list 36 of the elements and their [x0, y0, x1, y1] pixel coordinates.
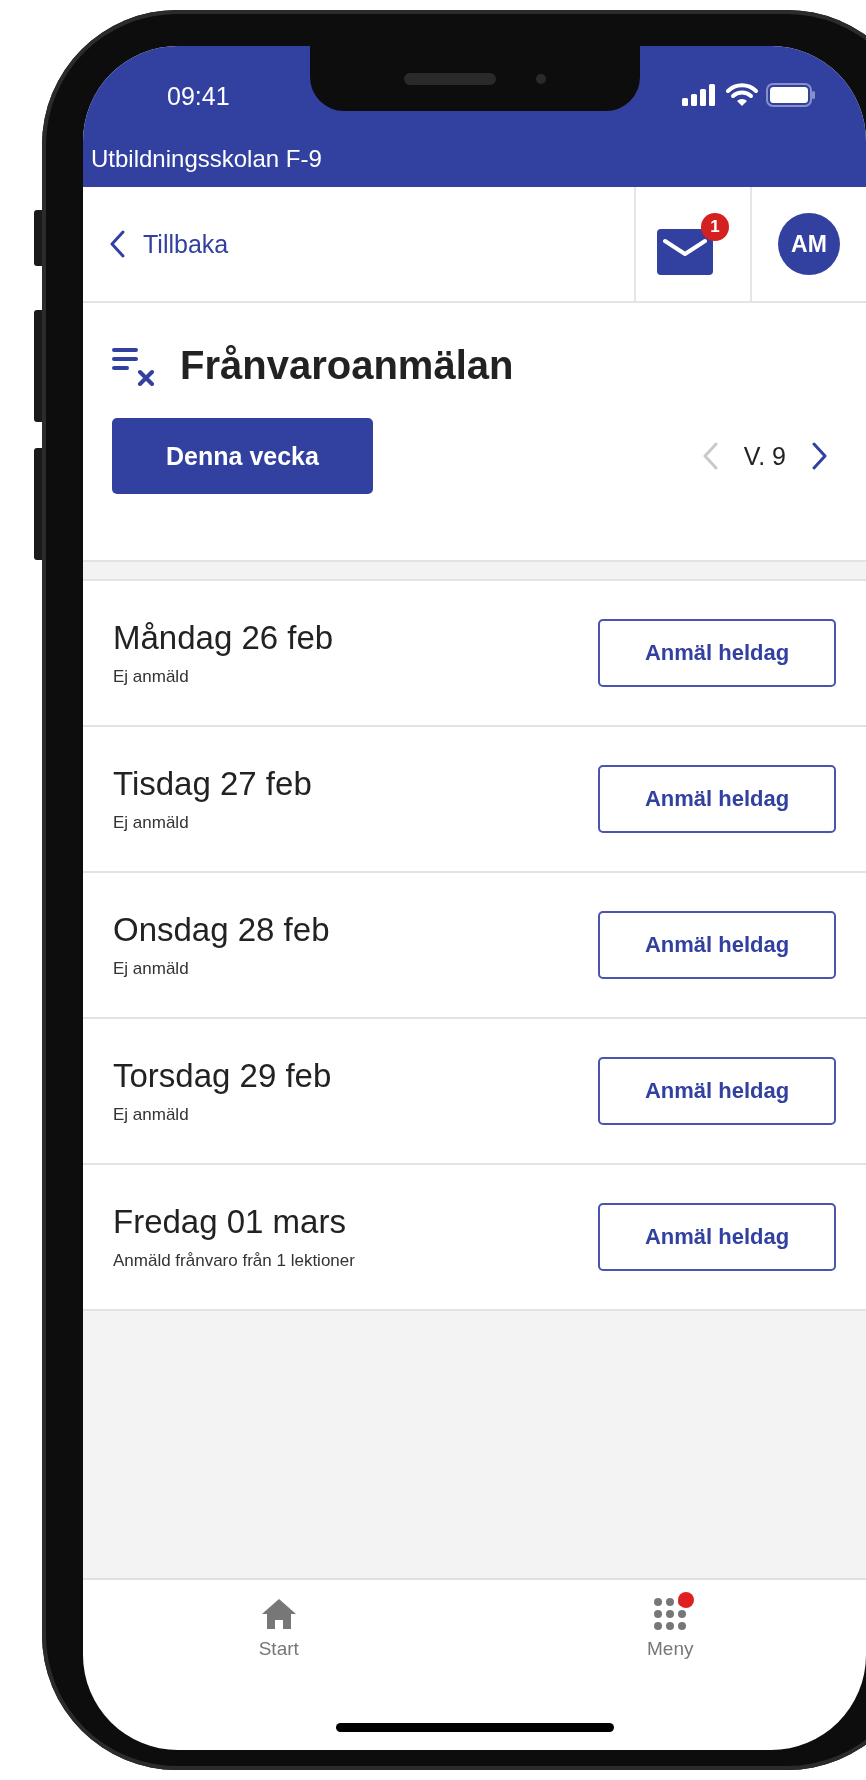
- wifi-icon: [726, 83, 758, 107]
- notification-badge: 1: [701, 213, 729, 241]
- day-date: Fredag 01 mars: [113, 1203, 347, 1241]
- report-full-day-button[interactable]: Anmäl heldag: [598, 911, 836, 979]
- report-full-day-button[interactable]: Anmäl heldag: [598, 619, 836, 687]
- report-full-day-button[interactable]: Anmäl heldag: [598, 1057, 836, 1125]
- camera-dot: [535, 73, 546, 84]
- school-name: Utbildningsskolan F-9: [90, 143, 323, 174]
- chevron-right-icon: [812, 442, 828, 470]
- absence-status: Anmäld frånvaro från 1 lektioner: [113, 1251, 355, 1271]
- day-date: Måndag 26 feb: [113, 619, 334, 657]
- day-date: Onsdag 28 feb: [113, 911, 330, 949]
- absence-status: Ej anmäld: [113, 813, 190, 833]
- back-link[interactable]: Tillbaka: [83, 187, 634, 301]
- avatar-button[interactable]: AM: [778, 213, 840, 275]
- day-date: Torsdag 29 feb: [113, 1057, 332, 1095]
- week-label: V. 9: [743, 441, 786, 471]
- signal-icon: [682, 84, 718, 106]
- home-icon: [260, 1598, 297, 1630]
- chevron-left-icon: [701, 442, 718, 470]
- day-date: Tisdag 27 feb: [113, 765, 312, 803]
- absence-status: Ej anmäld: [113, 1105, 190, 1125]
- nav-tab[interactable]: Start: [83, 1580, 475, 1680]
- this-week-button[interactable]: Denna vecka: [112, 418, 373, 494]
- nav-tab[interactable]: Meny: [474, 1580, 866, 1680]
- page-title: Frånvaroanmälan: [180, 343, 514, 388]
- envelope-icon: [657, 229, 713, 275]
- chevron-left-icon: [109, 230, 125, 258]
- battery-icon: [766, 83, 816, 107]
- status-time: 09:41: [167, 81, 230, 111]
- report-full-day-button[interactable]: Anmäl heldag: [598, 1203, 836, 1271]
- absence-status: Ej anmäld: [113, 667, 190, 687]
- grid-dots-icon: [654, 1598, 687, 1630]
- report-full-day-button[interactable]: Anmäl heldag: [598, 765, 836, 833]
- mail-button[interactable]: 1: [657, 213, 729, 275]
- absence-status: Ej anmäld: [113, 959, 190, 979]
